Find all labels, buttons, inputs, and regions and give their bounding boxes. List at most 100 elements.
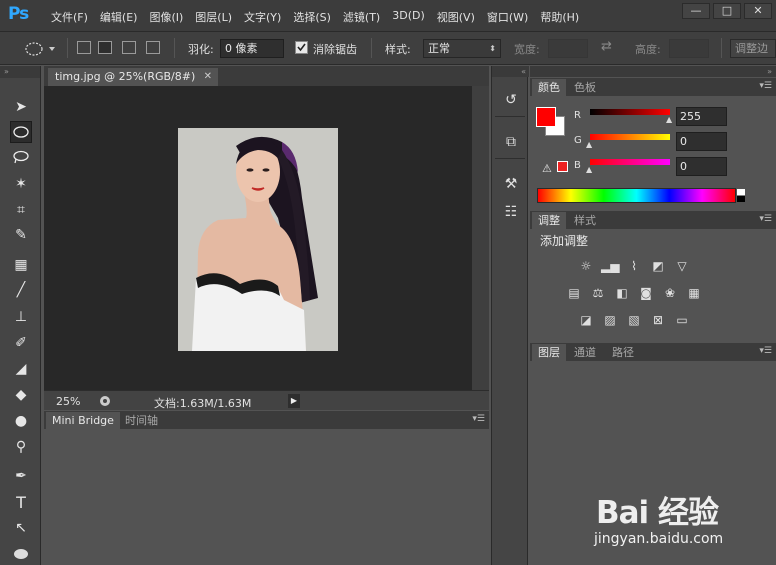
add-selection-icon[interactable] [98,41,112,54]
document-tab[interactable]: timg.jpg @ 25%(RGB/8#) ✕ [48,68,218,86]
width-input[interactable] [548,39,588,58]
color-spectrum-bar[interactable] [537,188,745,203]
selective-color-icon[interactable]: ⊠ [649,312,667,328]
pen-tool-icon[interactable]: ✒ [10,465,32,487]
dodge-tool-icon[interactable]: ⚲ [10,436,32,458]
elliptical-marquee-tool-icon[interactable] [10,121,32,143]
tab-channels[interactable]: 通道 [568,344,602,361]
menu-filter[interactable]: 滤镜(T) [343,9,380,25]
tab-styles[interactable]: 样式 [568,212,602,229]
dock-collapse-icon[interactable]: « [492,66,529,77]
green-slider[interactable] [590,134,670,140]
zoom-level[interactable]: 25% [56,395,80,408]
eyedropper-tool-icon[interactable]: ✎ [10,224,32,246]
close-tab-icon[interactable]: ✕ [204,68,212,86]
red-slider-thumb-icon[interactable]: ▲ [666,115,672,124]
height-input[interactable] [669,39,709,58]
gradient-triangle-icon[interactable]: ▽ [673,258,691,274]
panel-menu-icon[interactable]: ▾☰ [472,414,485,424]
style-select[interactable]: 正常 ⬍ [423,39,501,58]
menu-view[interactable]: 视图(V) [437,9,475,25]
panel-menu-icon[interactable]: ▾☰ [759,346,772,356]
tab-timeline[interactable]: 时间轴 [119,412,164,429]
path-selection-tool-icon[interactable]: ↖ [10,517,32,539]
properties-panel-icon[interactable]: ☷ [501,202,521,222]
vertical-scrollbar[interactable] [472,86,489,390]
swap-dimensions-icon[interactable]: ⇄ [601,39,612,54]
tab-swatches[interactable]: 色板 [568,79,602,96]
channel-mixer-icon[interactable]: ❀ [661,285,679,301]
refine-edge-button[interactable]: 调整边 [730,39,776,58]
tab-layers[interactable]: 图层 [532,344,566,361]
black-white-icon[interactable]: ◧ [613,285,631,301]
new-selection-icon[interactable] [77,41,91,54]
brush-tool-icon[interactable]: ╱ [10,279,32,301]
move-tool-icon[interactable]: ➤ [10,96,32,118]
menu-3d[interactable]: 3D(D) [392,9,425,25]
maximize-button[interactable]: □ [713,3,741,19]
green-slider-thumb-icon[interactable]: ▲ [586,140,592,149]
clone-stamp-tool-icon[interactable]: ⊥ [10,306,32,328]
3d-panel-icon[interactable]: ⧉ [501,132,521,152]
intersect-selection-icon[interactable] [146,41,160,54]
canvas-area[interactable] [44,86,472,390]
menu-select[interactable]: 选择(S) [293,9,331,25]
close-button[interactable]: ✕ [744,3,772,19]
brush-presets-icon[interactable]: ⚒ [501,174,521,194]
paint-bucket-tool-icon[interactable]: ◆ [10,384,32,406]
blue-value-input[interactable]: 0 [676,157,727,176]
menu-window[interactable]: 窗口(W) [487,9,528,25]
posterize-icon[interactable]: ▨ [601,312,619,328]
foreground-color-swatch[interactable] [536,107,556,127]
color-lookup-icon[interactable]: ▦ [685,285,703,301]
blur-tool-icon[interactable]: ● [10,410,32,432]
panel-menu-icon[interactable]: ▾☰ [759,214,772,224]
exposure-icon[interactable]: ◩ [649,258,667,274]
elliptical-marquee-preset-icon[interactable] [24,41,56,57]
history-brush-tool-icon[interactable]: ✐ [10,332,32,354]
subtract-selection-icon[interactable] [122,41,136,54]
red-value-input[interactable]: 255 [676,107,727,126]
gamut-swatch[interactable] [557,161,568,172]
feather-input[interactable]: 0 像素 [220,39,284,58]
invert-icon[interactable]: ◪ [577,312,595,328]
black-white-ramp[interactable] [737,189,745,202]
color-balance-icon[interactable]: ⚖ [589,285,607,301]
blue-slider[interactable] [590,159,670,165]
photo-filter-icon[interactable]: ◙ [637,285,655,301]
history-panel-icon[interactable]: ↺ [501,90,521,110]
lasso-tool-icon[interactable] [10,146,32,168]
magic-wand-tool-icon[interactable]: ✶ [10,173,32,195]
green-value-input[interactable]: 0 [676,132,727,151]
levels-icon[interactable]: ▂▅ [601,258,619,274]
eraser-tool-icon[interactable]: ◢ [10,358,32,380]
menu-help[interactable]: 帮助(H) [540,9,579,25]
collapse-icon[interactable]: » [0,66,40,78]
minimize-button[interactable]: — [682,3,710,19]
gradient-map-icon[interactable]: ▭ [673,312,691,328]
vibrance-icon[interactable]: ▤ [565,285,583,301]
status-menu-arrow-icon[interactable]: ▶ [288,394,300,408]
threshold-icon[interactable]: ▧ [625,312,643,328]
blue-slider-thumb-icon[interactable]: ▲ [586,165,592,174]
antialias-checkbox[interactable] [295,41,308,54]
brightness-icon[interactable]: ☼ [577,258,595,274]
tab-mini-bridge[interactable]: Mini Bridge [46,412,120,429]
status-info-icon[interactable] [99,395,111,407]
type-tool-icon[interactable]: T [10,491,32,513]
red-slider[interactable] [590,109,670,115]
tab-adjustments[interactable]: 调整 [532,212,566,229]
tab-color[interactable]: 颜色 [532,79,566,96]
menu-type[interactable]: 文字(Y) [244,9,281,25]
menu-edit[interactable]: 编辑(E) [100,9,138,25]
menu-image[interactable]: 图像(I) [149,9,183,25]
panel-menu-icon[interactable]: ▾☰ [759,81,772,91]
crop-tool-icon[interactable]: ⌗ [10,199,32,221]
gamut-warning-icon[interactable]: ⚠ [542,162,552,175]
curves-icon[interactable]: ⌇ [625,258,643,274]
tab-paths[interactable]: 路径 [606,344,640,361]
menu-layer[interactable]: 图层(L) [195,9,232,25]
spot-healing-tool-icon[interactable]: ▦ [10,254,32,276]
right-collapse-icon[interactable]: » [530,66,776,77]
menu-file[interactable]: 文件(F) [51,9,88,25]
